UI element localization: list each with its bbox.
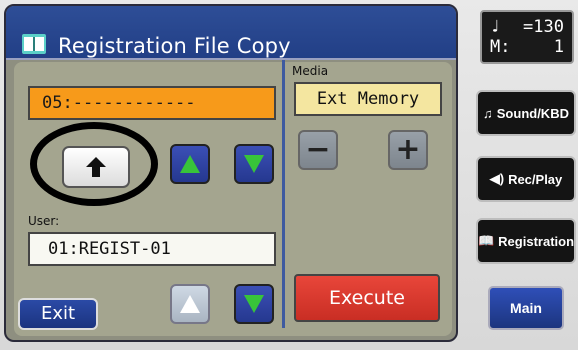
plus-icon: + — [395, 132, 421, 167]
music-note-icon: ♫ — [483, 105, 493, 121]
book-icon: 📖 — [477, 233, 495, 248]
sidebar-item-sound-kbd[interactable]: ♫ Sound/KBD — [476, 90, 576, 136]
user-down-button[interactable] — [234, 284, 274, 324]
triangle-up-icon — [180, 295, 200, 313]
triangle-down-icon — [244, 155, 264, 173]
sidebar-item-label: Rec/Play — [508, 171, 563, 187]
user-label: User: — [28, 214, 60, 228]
tempo-value: =130 — [523, 17, 564, 37]
triangle-down-icon — [244, 295, 264, 313]
sidebar-item-registration[interactable]: 📖 Registration — [476, 218, 576, 264]
title-bar: Registration File Copy — [6, 6, 456, 60]
sidebar-item-label: Sound/KBD — [496, 105, 569, 121]
triangle-up-icon — [180, 155, 200, 173]
book-icon — [22, 34, 46, 54]
source-down-button[interactable] — [234, 144, 274, 184]
sidebar-item-rec-play[interactable]: ◀) Rec/Play — [476, 156, 576, 202]
column-divider — [282, 60, 285, 328]
media-field[interactable]: Ext Memory — [294, 82, 442, 116]
parent-folder-button[interactable] — [62, 146, 130, 188]
source-file-field[interactable]: 05:------------ — [28, 86, 276, 120]
execute-button[interactable]: Execute — [294, 274, 440, 322]
speaker-icon: ◀) — [489, 171, 505, 186]
user-file-field[interactable]: 01:REGIST-01 — [28, 232, 276, 266]
minus-icon: − — [305, 132, 331, 167]
media-minus-button[interactable]: − — [298, 130, 338, 170]
measure-label: M: — [490, 37, 511, 57]
user-up-button[interactable] — [170, 284, 210, 324]
media-label: Media — [292, 64, 329, 78]
window-title: Registration File Copy — [58, 34, 291, 58]
main-button[interactable]: Main — [488, 286, 564, 330]
tempo-display: ♩ =130 M: 1 — [480, 10, 574, 64]
up-arrow-icon — [86, 157, 106, 177]
media-plus-button[interactable]: + — [388, 130, 428, 170]
source-up-button[interactable] — [170, 144, 210, 184]
exit-button[interactable]: Exit — [18, 298, 98, 330]
measure-value: 1 — [553, 37, 564, 57]
quarter-note-icon: ♩ — [490, 17, 501, 37]
sidebar-item-label: Registration — [498, 233, 575, 249]
